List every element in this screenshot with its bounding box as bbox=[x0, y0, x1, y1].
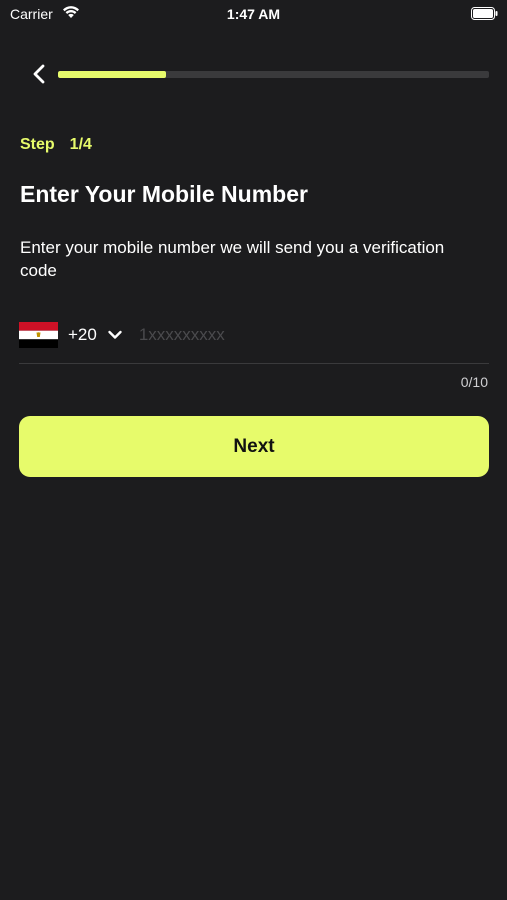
page-subtitle: Enter your mobile number we will send yo… bbox=[20, 238, 445, 280]
chevron-left-icon bbox=[33, 64, 45, 84]
progress-fill bbox=[58, 71, 166, 78]
back-button[interactable] bbox=[26, 61, 52, 87]
egypt-flag-icon[interactable] bbox=[19, 322, 58, 348]
input-underline bbox=[19, 363, 489, 364]
status-time: 1:47 AM bbox=[226, 6, 281, 22]
step-value: 1/4 bbox=[69, 136, 92, 153]
character-counter: 0/10 bbox=[460, 374, 488, 390]
page-title: Enter Your Mobile Number bbox=[20, 181, 308, 207]
phone-input-row: +20 bbox=[19, 318, 489, 352]
phone-number-input[interactable] bbox=[138, 320, 489, 350]
status-bar: Carrier 1:47 AM bbox=[0, 0, 507, 30]
country-code[interactable]: +20 bbox=[68, 325, 97, 345]
battery-icon bbox=[471, 7, 498, 20]
step-indicator: Step 1/4 bbox=[20, 136, 92, 154]
next-button[interactable]: Next bbox=[19, 416, 489, 477]
progress-bar bbox=[58, 71, 489, 78]
step-label: Step bbox=[20, 136, 55, 153]
screen: Carrier 1:47 AM Step 1/4 Enter Your Mobi… bbox=[0, 0, 507, 900]
chevron-down-icon[interactable] bbox=[107, 327, 123, 343]
